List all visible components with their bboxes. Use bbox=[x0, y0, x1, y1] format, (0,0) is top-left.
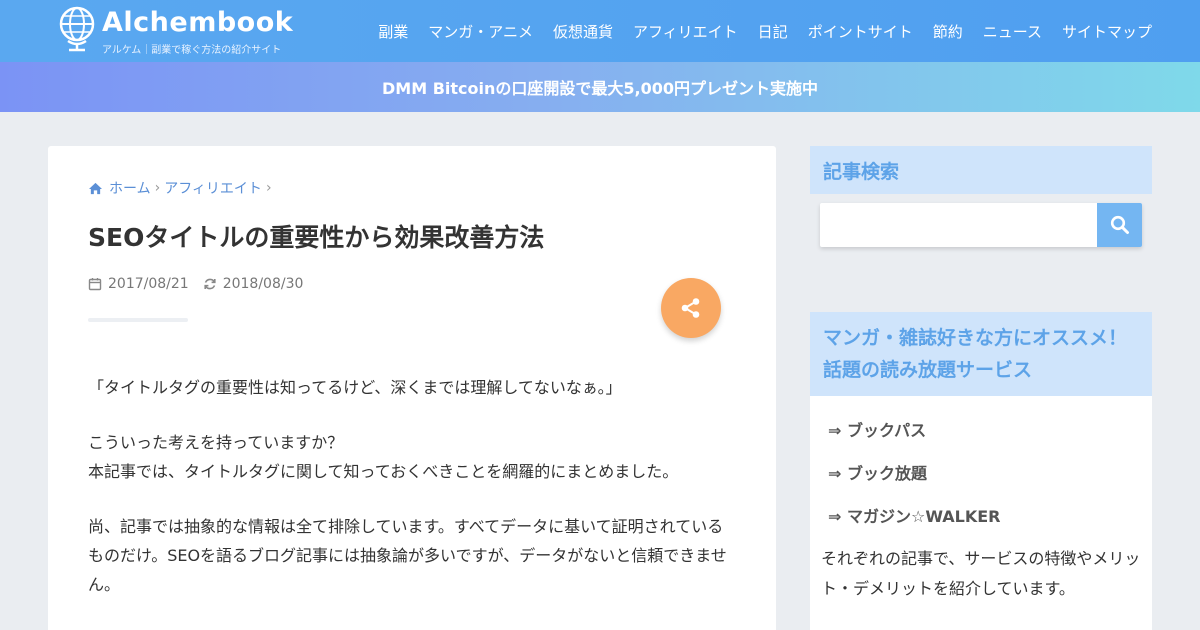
globe-icon bbox=[59, 6, 95, 52]
chevron-right-icon: › bbox=[265, 180, 272, 196]
recommend-widget-header: マンガ・雑誌好きな方にオススメ！話題の読み放題サービス bbox=[810, 312, 1152, 396]
breadcrumb: ホーム › アフィリエイト › bbox=[88, 178, 276, 198]
search-button[interactable] bbox=[1097, 203, 1142, 247]
share-icon bbox=[681, 298, 700, 318]
logo-title: Alchembook bbox=[102, 7, 294, 38]
search-icon bbox=[1110, 215, 1129, 234]
logo-subtitle: アルケム｜副業で稼ぐ方法の紹介サイト bbox=[102, 45, 282, 56]
share-button[interactable] bbox=[661, 278, 721, 338]
sidebar-link-bookpass[interactable]: ⇒ ブックパス bbox=[828, 417, 926, 441]
sidebar-link-book-houdai[interactable]: ⇒ ブック放題 bbox=[828, 460, 927, 484]
nav-item-diary[interactable]: 日記 bbox=[758, 21, 788, 42]
nav-item-point-site[interactable]: ポイントサイト bbox=[808, 21, 913, 42]
promo-banner: DMM Bitcoinの口座開設で最大5,000円プレゼント実施中 bbox=[0, 62, 1200, 112]
breadcrumb-affiliate[interactable]: アフィリエイト bbox=[164, 178, 262, 198]
article-card: ホーム › アフィリエイト › SEOタイトルの重要性から効果改善方法 2017… bbox=[48, 146, 776, 630]
recommend-widget-title: マンガ・雑誌好きな方にオススメ！話題の読み放題サービス bbox=[823, 327, 1128, 381]
updated-date: 2018/08/30 bbox=[222, 276, 304, 292]
promo-banner-link[interactable]: DMM Bitcoinの口座開設で最大5,000円プレゼント実施中 bbox=[382, 75, 818, 99]
nav-item-crypto[interactable]: 仮想通貨 bbox=[553, 21, 613, 42]
article-title: SEOタイトルの重要性から効果改善方法 bbox=[88, 223, 545, 252]
article-meta: 2017/08/21 2018/08/30 bbox=[88, 276, 303, 292]
site-logo[interactable]: Alchembook アルケム｜副業で稼ぐ方法の紹介サイト bbox=[58, 5, 318, 57]
chevron-right-icon: › bbox=[154, 180, 161, 196]
search-widget-header: 記事検索 bbox=[810, 146, 1152, 194]
main-nav: 副業 マンガ・アニメ 仮想通貨 アフィリエイト 日記 ポイントサイト 節約 ニュ… bbox=[378, 0, 1152, 62]
nav-item-saving[interactable]: 節約 bbox=[933, 21, 963, 42]
nav-item-manga-anime[interactable]: マンガ・アニメ bbox=[428, 21, 533, 42]
nav-item-affiliate[interactable]: アフィリエイト bbox=[633, 21, 738, 42]
article-paragraph: こういった考えを持っていますか？ 本記事では、タイトルタグに関して知っておくべき… bbox=[88, 433, 679, 481]
title-divider bbox=[88, 318, 188, 322]
published-date: 2017/08/21 bbox=[108, 276, 189, 292]
search-form bbox=[820, 203, 1142, 247]
calendar-icon bbox=[88, 278, 102, 291]
refresh-icon bbox=[204, 278, 216, 290]
article-paragraph: 尚、記事では抽象的な情報は全て排除しています。すべてデータに基いて証明されている… bbox=[88, 517, 727, 594]
breadcrumb-home[interactable]: ホーム bbox=[109, 178, 151, 198]
nav-item-sitemap[interactable]: サイトマップ bbox=[1062, 21, 1152, 42]
recommend-widget: マンガ・雑誌好きな方にオススメ！話題の読み放題サービス ⇒ ブックパス ⇒ ブッ… bbox=[810, 312, 1152, 630]
sidebar-link-magazine-walker[interactable]: ⇒ マガジン☆WALKER bbox=[828, 503, 1000, 527]
nav-item-fukugyo[interactable]: 副業 bbox=[378, 21, 408, 42]
home-icon bbox=[89, 182, 102, 194]
nav-item-news[interactable]: ニュース bbox=[983, 21, 1042, 42]
site-header: Alchembook アルケム｜副業で稼ぐ方法の紹介サイト 副業 マンガ・アニメ… bbox=[0, 0, 1200, 62]
search-input[interactable] bbox=[820, 203, 1097, 247]
recommend-widget-description: それぞれの記事で、サービスの特徴やメリット・デメリットを紹介しています。 bbox=[821, 549, 1141, 598]
article-paragraph: 「タイトルタグの重要性は知ってるけど、深くまでは理解してないなぁ。」 bbox=[88, 378, 622, 397]
search-widget-title: 記事検索 bbox=[823, 160, 900, 183]
